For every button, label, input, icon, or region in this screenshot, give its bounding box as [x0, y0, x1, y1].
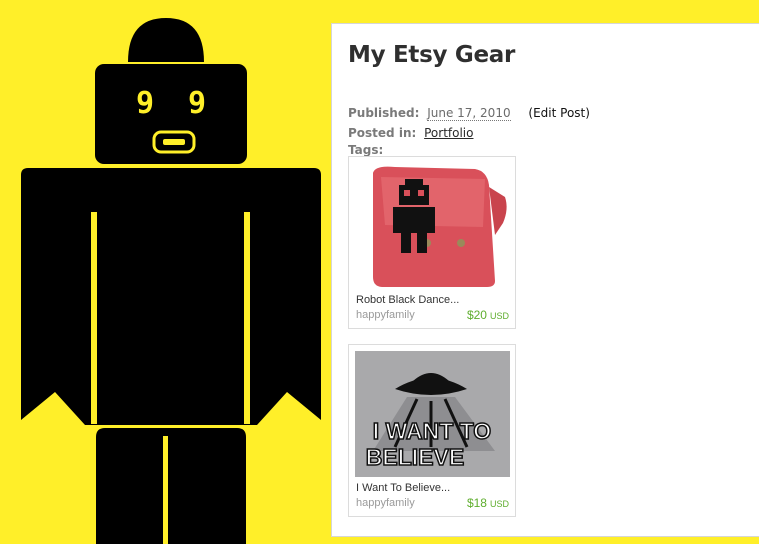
item-shop-name[interactable]: happyfamily	[356, 497, 415, 509]
robot-arm-divider-left	[91, 212, 97, 424]
item-thumbnail[interactable]	[355, 163, 510, 289]
item-thumbnail[interactable]: I WANT TO BELIEVE	[355, 351, 510, 477]
robot-head-cap	[128, 18, 204, 62]
etsy-item-card[interactable]: I WANT TO BELIEVE I Want To Believe... h…	[348, 344, 516, 517]
robot-leg-right	[180, 428, 246, 544]
post-title: My Etsy Gear	[348, 42, 516, 68]
tags-row: Tags:	[348, 143, 383, 157]
robot-eye-left: 9	[136, 86, 154, 121]
item-price-value: $18	[466, 496, 487, 510]
edit-post-link[interactable]: (Edit Post)	[528, 106, 590, 120]
item-price-currency: USD	[489, 499, 509, 509]
item-price-currency: USD	[489, 311, 509, 321]
robot-leg-left	[96, 428, 162, 544]
posted-in-row: Posted in: Portfolio	[348, 126, 473, 140]
category-link-portfolio[interactable]: Portfolio	[424, 126, 473, 140]
robot-arm-divider-right	[244, 212, 250, 424]
item-price-value: $20	[466, 308, 487, 322]
posted-in-label: Posted in:	[348, 126, 417, 140]
item-title[interactable]: I Want To Believe...	[356, 482, 450, 494]
published-date: June 17, 2010	[427, 106, 511, 121]
item-price: $20 USD	[467, 308, 509, 322]
robot-logo: 9 9	[21, 18, 321, 544]
robot-head	[95, 64, 247, 164]
published-row: Published: June 17, 2010 (Edit Post)	[348, 106, 590, 121]
tags-label: Tags:	[348, 143, 384, 157]
robot-eye-right: 9	[188, 86, 206, 121]
item-image-text-line2: BELIEVE	[366, 444, 464, 470]
published-label: Published:	[348, 106, 420, 120]
post-panel: My Etsy Gear Published: June 17, 2010 (E…	[331, 23, 759, 537]
item-title[interactable]: Robot Black Dance...	[356, 294, 459, 306]
etsy-item-card[interactable]: Robot Black Dance... happyfamily $20 USD	[348, 156, 516, 329]
robot-body	[21, 168, 321, 425]
item-shop-name[interactable]: happyfamily	[356, 309, 415, 321]
item-image-text-line1: I WANT TO	[373, 418, 491, 444]
item-price: $18 USD	[467, 496, 509, 510]
